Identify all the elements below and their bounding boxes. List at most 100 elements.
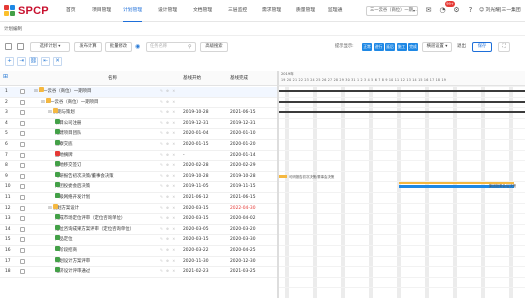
- table-row[interactable]: 9 可研报告初次决策/董事会决策 ✎ ⊕ ✕ 2019-10-28 2019-10-28: [0, 171, 278, 183]
- row-checkbox[interactable]: [20, 99, 25, 105]
- row-actions[interactable]: ✎ ⊕ ✕: [160, 163, 176, 168]
- row-checkbox[interactable]: [20, 152, 25, 158]
- row-actions[interactable]: ✎ ⊕ ✕: [160, 110, 176, 115]
- row-actions[interactable]: ✎ ⊕ ✕: [160, 89, 176, 94]
- table-row[interactable]: 8 土地移交签订 ✎ ⊕ ✕ 2020-02-28 2020-02-29: [0, 161, 278, 172]
- task-name-cell[interactable]: 经济设计评审通过: [55, 267, 90, 276]
- table-row[interactable]: 7 土地摘牌 ✎ ⊕ ✕ - 2020-01-14: [0, 150, 278, 162]
- nav-item-2[interactable]: 计划管理: [123, 0, 143, 22]
- row-actions[interactable]: ✎ ⊕ ✕: [160, 174, 176, 179]
- task-name-cell[interactable]: ⊟ 规划方案设计: [48, 203, 79, 213]
- row-checkbox[interactable]: [20, 120, 25, 126]
- gantt-chart[interactable]: 可研报告初次决策/董事会决策 集团投委会后决策: [278, 86, 525, 298]
- plan-select[interactable]: 选择计划 ▾: [30, 42, 70, 52]
- status-chip-4[interactable]: 完成: [408, 43, 418, 51]
- save-button[interactable]: 保存: [472, 42, 492, 52]
- table-row[interactable]: 12 ⊟ 规划方案设计 ✎ ⊕ ✕ 2020-03-15 2022-04-30: [0, 203, 278, 215]
- table-row[interactable]: 10 集团投委会后决策 ✎ ⊕ ✕ 2019-11-05 2019-11-15: [0, 182, 278, 193]
- task-name-cell[interactable]: 产品定位: [55, 235, 73, 244]
- row-checkbox[interactable]: [20, 205, 25, 211]
- table-row[interactable]: 3 ⊟ 前期与策划 ✎ ⊕ ✕ 2019-10-28 2021-06-15: [0, 108, 278, 119]
- row-checkbox[interactable]: [20, 226, 25, 232]
- task-name-cell[interactable]: 组建项目团队: [55, 129, 81, 138]
- table-row[interactable]: 18 经济设计评审通过 ✎ ⊕ ✕ 2021-02-23 2021-03-25: [0, 267, 278, 278]
- project-selector[interactable]: 三一云谷（商位）一期... ▾: [366, 6, 418, 16]
- row-checkbox[interactable]: [20, 142, 25, 147]
- release-calc-button[interactable]: 发布计算: [74, 42, 102, 52]
- row-checkbox[interactable]: [20, 237, 25, 243]
- bell-icon[interactable]: ◔: [438, 6, 447, 15]
- batch-edit-button[interactable]: 批量修改: [105, 42, 132, 52]
- row-actions[interactable]: ✎ ⊕ ✕: [160, 259, 176, 264]
- fullscreen-icon[interactable]: ⛶: [498, 42, 510, 52]
- table-row[interactable]: 1 ⊟ 三一云谷（商位）一期项目 ✎ ⊕ ✕: [0, 87, 278, 98]
- row-actions[interactable]: ✎ ⊕ ✕: [160, 216, 176, 221]
- collapse-icon[interactable]: ⊟: [34, 89, 38, 94]
- task-name-cell[interactable]: 一阶段招商: [55, 246, 77, 255]
- expand-all-icon[interactable]: ⊞: [3, 73, 8, 80]
- summary-bar-3[interactable]: [279, 111, 525, 114]
- row-actions[interactable]: ✎ ⊕ ✕: [160, 142, 176, 147]
- search-icon[interactable]: ⚲: [188, 42, 192, 52]
- help-icon[interactable]: ?: [466, 6, 475, 15]
- user-menu[interactable]: ☺ 刘光耀|三一集团: [479, 0, 521, 22]
- grid-view-icon[interactable]: [5, 43, 12, 50]
- row-actions[interactable]: ✎ ⊕ ✕: [160, 195, 176, 200]
- nav-item-5[interactable]: 三层监控: [228, 0, 247, 22]
- row-actions[interactable]: ✎ ⊕ ✕: [160, 248, 176, 253]
- row-checkbox[interactable]: [20, 216, 25, 222]
- nav-item-4[interactable]: 文档管理: [193, 0, 212, 22]
- row-actions[interactable]: ✎ ⊕ ✕: [160, 227, 176, 232]
- table-row[interactable]: 2 ⊟ 三一云谷（商位）一期项目 ✎ ⊕ ✕: [0, 97, 278, 109]
- summary-bar-2[interactable]: [279, 100, 525, 103]
- row-checkbox[interactable]: [20, 163, 25, 169]
- quit-button[interactable]: 退出: [457, 42, 466, 52]
- row-actions[interactable]: ✎ ⊕ ✕: [160, 121, 176, 126]
- row-checkbox[interactable]: [20, 195, 25, 200]
- nav-item-8[interactable]: 监理通: [328, 0, 342, 22]
- gantt-settings-select[interactable]: 横道设置 ▾: [422, 42, 452, 52]
- task-name-cell[interactable]: 土地摘牌: [55, 150, 73, 160]
- row-checkbox[interactable]: [20, 184, 25, 190]
- task-name-cell[interactable]: 集团投委会后决策: [55, 182, 90, 191]
- row-actions[interactable]: ✎ ⊕ ✕: [160, 184, 176, 189]
- task-name-cell[interactable]: 土地移交签订: [55, 161, 81, 170]
- delete-icon[interactable]: ✕: [53, 57, 62, 66]
- row-actions[interactable]: ✎ ⊕ ✕: [160, 131, 176, 136]
- table-row[interactable]: 6 勘察交底 ✎ ⊕ ✕ 2020-01-15 2020-01-20: [0, 140, 278, 151]
- summary-bar-1[interactable]: [279, 90, 525, 92]
- row-checkbox[interactable]: [20, 248, 25, 253]
- link-icon[interactable]: ⛓: [29, 57, 38, 66]
- task-name-cell[interactable]: 定位咨询成果方案评审（定位咨询单位）: [55, 224, 134, 234]
- collapse-icon[interactable]: ⊟: [48, 206, 52, 211]
- row-checkbox[interactable]: [20, 173, 25, 179]
- task-name-cell[interactable]: 勘察交底: [55, 140, 73, 149]
- table-row[interactable]: 4 项目公司注册 ✎ ⊕ ✕ 2019-12-31 2019-12-31: [0, 118, 278, 130]
- row-actions[interactable]: ✎ ⊕ ✕: [160, 237, 176, 242]
- indent-icon[interactable]: ⇥: [17, 57, 26, 66]
- nav-item-3[interactable]: 设计管理: [158, 0, 177, 22]
- nav-item-1[interactable]: 项目管理: [92, 0, 111, 22]
- status-chip-1[interactable]: 进行: [373, 43, 384, 51]
- task-name-cell[interactable]: 项目公司注册: [55, 118, 81, 128]
- outdent-icon[interactable]: ⇤: [41, 57, 50, 66]
- nav-item-7[interactable]: 质量管理: [296, 0, 315, 22]
- row-checkbox[interactable]: [20, 131, 25, 137]
- row-checkbox[interactable]: [20, 269, 25, 275]
- task-name-cell[interactable]: ⊟ 前期与策划: [48, 108, 75, 117]
- settings-icon[interactable]: ⚙: [452, 6, 461, 15]
- row-actions[interactable]: ✎ ⊕ ✕: [160, 153, 176, 158]
- task-name-cell[interactable]: 规划设计方案评审: [55, 256, 90, 266]
- task-name-cell[interactable]: ⊟ 三一云谷（商位）一期项目: [41, 97, 98, 107]
- status-chip-3[interactable]: 施工: [396, 43, 407, 51]
- task-name-cell[interactable]: 完成市场定位评审（定位咨询单位）: [55, 214, 125, 223]
- task-bar-9[interactable]: [279, 174, 287, 178]
- table-row[interactable]: 15 产品定位 ✎ ⊕ ✕ 2020-03-15 2020-03-30: [0, 235, 278, 246]
- collapse-icon[interactable]: ⊟: [48, 110, 52, 115]
- table-row[interactable]: 16 一阶段招商 ✎ ⊕ ✕ 2020-03-22 2020-04-25: [0, 246, 278, 257]
- nav-item-0[interactable]: 首页: [66, 0, 76, 22]
- list-view-icon[interactable]: [17, 43, 24, 50]
- task-name-cell[interactable]: ⊟ 三一云谷（商位）一期项目: [34, 87, 91, 96]
- table-row[interactable]: 17 规划设计方案评审 ✎ ⊕ ✕ 2020-11-30 2020-12-30: [0, 256, 278, 268]
- status-chip-2[interactable]: 延后: [385, 43, 395, 51]
